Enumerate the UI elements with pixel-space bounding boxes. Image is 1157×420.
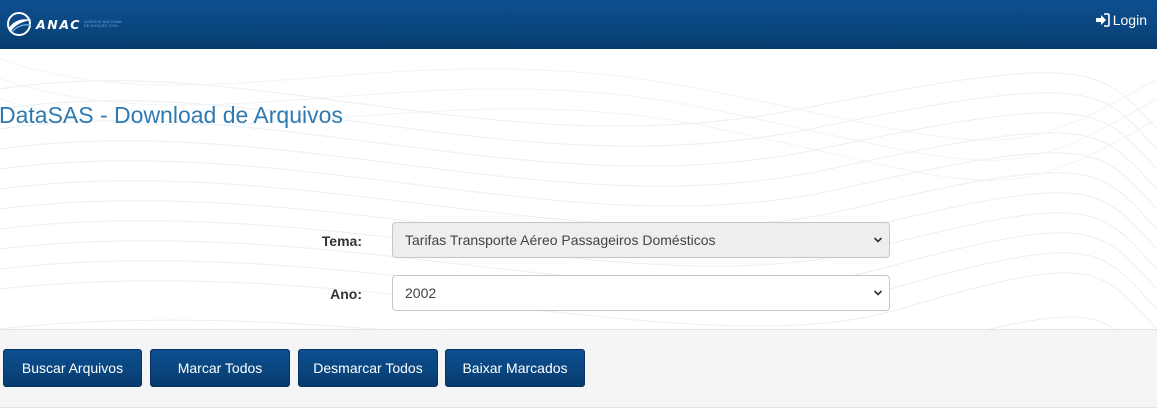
baixar-marcados-button[interactable]: Baixar Marcados [445, 349, 585, 387]
buscar-arquivos-button[interactable]: Buscar Arquivos [3, 349, 142, 387]
login-link[interactable]: Login [1095, 12, 1147, 28]
login-label: Login [1112, 12, 1147, 28]
ano-select[interactable]: 2002 [392, 275, 890, 311]
logo-text: ANAC [36, 16, 81, 32]
chevron-down-icon [873, 290, 883, 296]
ano-selected-value: 2002 [405, 285, 437, 301]
anac-logo[interactable]: ANAC AGÊNCIA NACIONAL DE AVIAÇÃO CIVIL [6, 10, 141, 38]
sign-in-icon [1095, 13, 1110, 27]
tema-row: Tema: Tarifas Transporte Aéreo Passageir… [0, 222, 1157, 260]
desmarcar-todos-button[interactable]: Desmarcar Todos [298, 349, 438, 387]
tema-select[interactable]: Tarifas Transporte Aéreo Passageiros Dom… [392, 222, 890, 258]
action-button-bar: Buscar Arquivos Marcar Todos Desmarcar T… [0, 329, 1157, 408]
tema-selected-value: Tarifas Transporte Aéreo Passageiros Dom… [405, 232, 716, 248]
ano-row: Ano: 2002 [0, 275, 1157, 313]
tema-label: Tema: [321, 233, 362, 249]
chevron-down-icon [873, 237, 883, 243]
anac-swoosh-logo-icon [7, 12, 32, 36]
page-title: DataSAS - Download de Arquivos [0, 102, 343, 128]
logo-subtext: AGÊNCIA NACIONAL DE AVIAÇÃO CIVIL [84, 20, 123, 28]
marcar-todos-button[interactable]: Marcar Todos [150, 349, 290, 387]
top-navbar: ANAC AGÊNCIA NACIONAL DE AVIAÇÃO CIVIL L… [0, 0, 1157, 49]
ano-label: Ano: [330, 286, 362, 302]
